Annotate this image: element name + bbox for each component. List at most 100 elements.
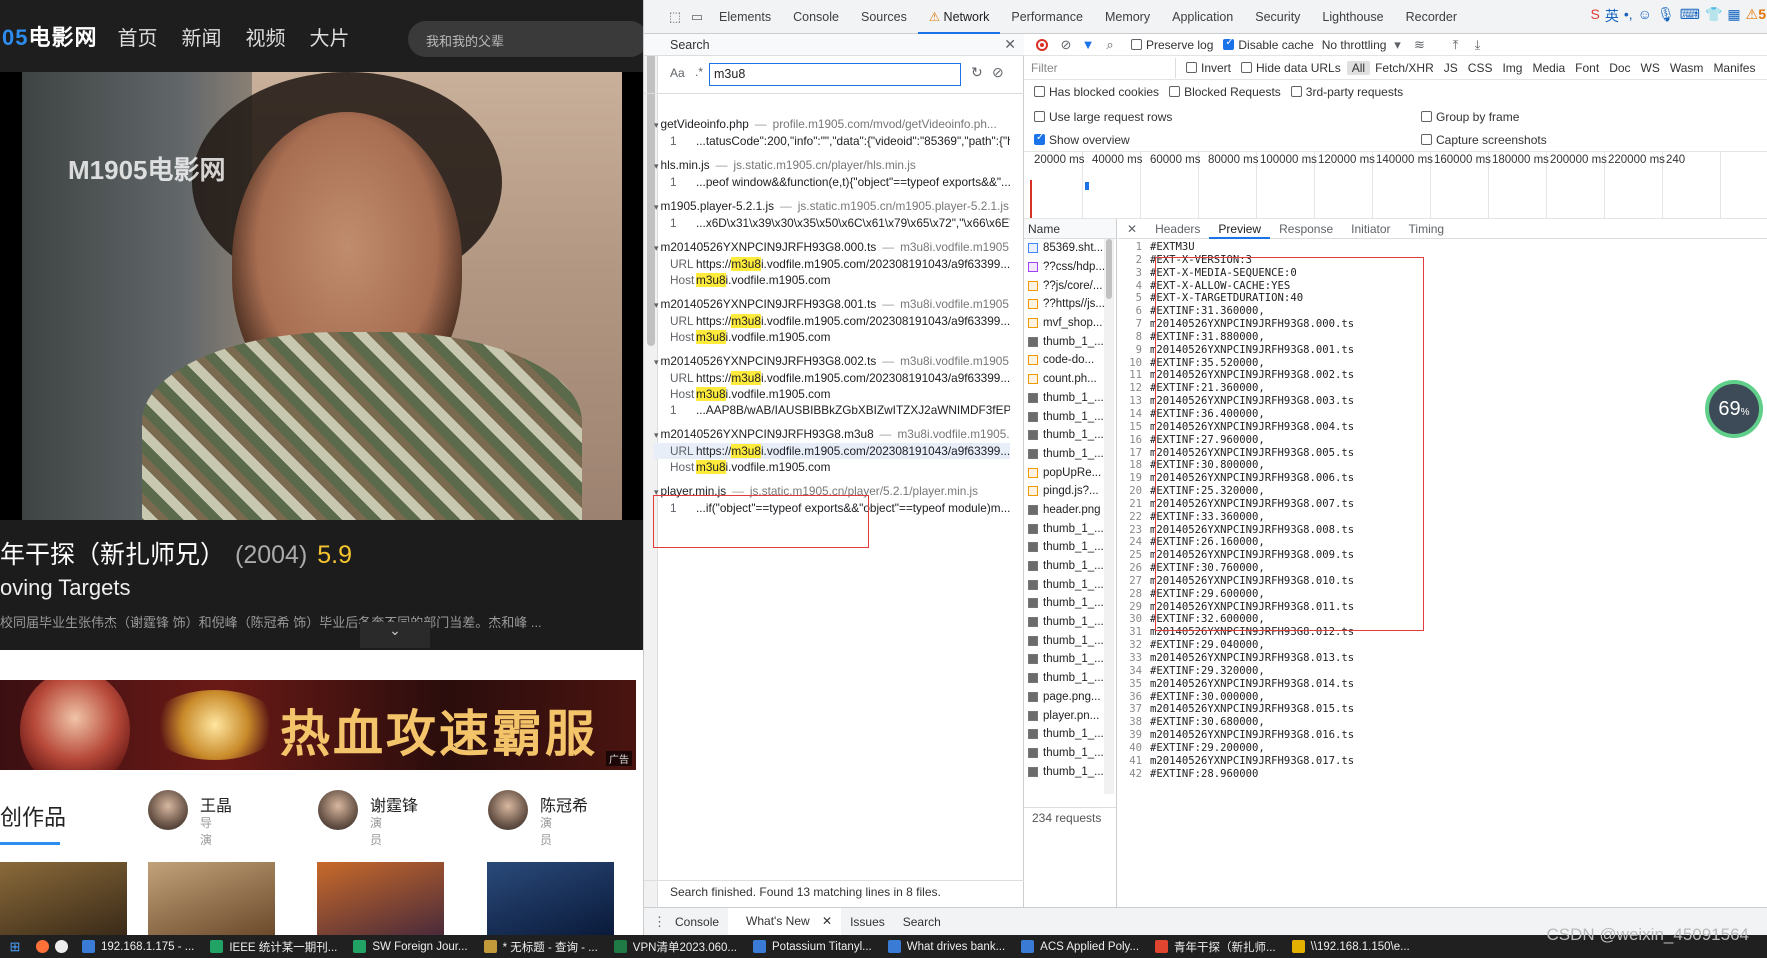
skin-icon[interactable]: 👕	[1705, 6, 1722, 26]
request-row[interactable]: page.png...	[1024, 688, 1116, 707]
request-row[interactable]: 85369.sht...	[1024, 239, 1116, 258]
nav-item-home[interactable]: 首页	[118, 22, 158, 51]
video-player[interactable]: M1905电影网	[0, 72, 643, 520]
request-row[interactable]: ??js/core/...	[1024, 276, 1116, 295]
type-filter-img[interactable]: Img	[1497, 61, 1527, 75]
request-row[interactable]: thumb_1_...	[1024, 650, 1116, 669]
firefox-icon[interactable]	[36, 940, 49, 953]
search-result-selected[interactable]: m20140526YXNPCIN9JRFH93G8.m3u8—m3u8i.vod…	[654, 426, 1010, 475]
nav-item-video[interactable]: 视频	[246, 22, 286, 51]
network-conditions-icon[interactable]: ≋	[1408, 37, 1430, 53]
tab-performance[interactable]: Performance	[1000, 0, 1094, 34]
request-row[interactable]: code-do...	[1024, 351, 1116, 370]
tab-preview[interactable]: Preview	[1209, 219, 1271, 239]
mic-icon[interactable]: 🎙	[1657, 6, 1675, 26]
request-row[interactable]: thumb_1_...	[1024, 407, 1116, 426]
poster-thumb[interactable]	[487, 862, 614, 935]
request-row[interactable]: thumb_1_...	[1024, 557, 1116, 576]
third-party-checkbox[interactable]	[1290, 86, 1302, 97]
search-result[interactable]: m20140526YXNPCIN9JRFH93G8.001.ts—m3u8i.v…	[654, 296, 1010, 345]
emoji-icon[interactable]: ☺	[1638, 6, 1652, 26]
request-row[interactable]: popUpRe...	[1024, 463, 1116, 482]
request-row[interactable]: thumb_1_...	[1024, 389, 1116, 408]
filter-input[interactable]: Filter	[1028, 57, 1176, 78]
tab-timing[interactable]: Timing	[1400, 219, 1454, 239]
type-filter-ws[interactable]: WS	[1636, 61, 1665, 75]
search-icon[interactable]: ⌕	[1099, 37, 1121, 53]
nav-item-news[interactable]: 新闻	[182, 22, 222, 51]
poster-thumb[interactable]	[0, 862, 127, 935]
request-row[interactable]: pingd.js?...	[1024, 482, 1116, 501]
tab-console[interactable]: Console	[782, 0, 850, 34]
request-row[interactable]: thumb_1_...	[1024, 762, 1116, 781]
request-row[interactable]: player.pn...	[1024, 706, 1116, 725]
poster-thumb[interactable]	[317, 862, 444, 935]
search-result[interactable]: getVideoinfo.php—profile.m1905.com/mvod/…	[654, 116, 1010, 149]
request-row[interactable]: thumb_1_...	[1024, 669, 1116, 688]
chrome-icon[interactable]	[55, 940, 68, 953]
disable-cache-checkbox[interactable]	[1223, 37, 1235, 50]
import-har-icon[interactable]: ⤒	[1444, 37, 1466, 53]
export-har-icon[interactable]: ⤓	[1466, 37, 1488, 53]
taskbar-item[interactable]: 192.168.1.175 - ...	[74, 939, 202, 955]
request-row[interactable]: count.ph...	[1024, 370, 1116, 389]
record-icon[interactable]	[1036, 38, 1048, 51]
request-row[interactable]: thumb_1_...	[1024, 744, 1116, 763]
request-row[interactable]: header.png	[1024, 501, 1116, 520]
tab-headers[interactable]: Headers	[1146, 219, 1209, 239]
type-filter-js[interactable]: JS	[1439, 61, 1463, 75]
drawer-tab-whats-new[interactable]: What's New ✕	[728, 908, 842, 935]
site-logo[interactable]: 05电影网	[2, 20, 98, 52]
clear-log-icon[interactable]: ⊘	[1055, 37, 1077, 53]
taskbar-item[interactable]: SW Foreign Jour...	[345, 939, 475, 955]
request-row[interactable]: thumb_1_...	[1024, 613, 1116, 632]
blocked-cookies-checkbox[interactable]	[1034, 86, 1045, 97]
taskbar-item[interactable]: * 无标题 - 查询 - ...	[476, 939, 606, 955]
invert-checkbox[interactable]	[1186, 62, 1197, 73]
group-by-frame-checkbox[interactable]	[1421, 111, 1432, 122]
type-filter-all[interactable]: All	[1346, 60, 1371, 75]
inspect-icon[interactable]: ⬚	[664, 9, 686, 25]
throttling-select[interactable]: No throttling	[1322, 38, 1387, 52]
taskbar-item[interactable]: ACS Applied Poly...	[1013, 939, 1147, 955]
warning-count[interactable]: ⚠5	[1746, 6, 1766, 26]
request-row[interactable]: thumb_1_...	[1024, 538, 1116, 557]
request-row[interactable]: mvf_shop...	[1024, 314, 1116, 333]
blocked-requests-checkbox[interactable]	[1169, 86, 1181, 97]
taskbar-item[interactable]: VPN清单2023.060...	[606, 939, 745, 955]
punct-icon[interactable]: •,	[1624, 6, 1633, 26]
network-overview-timeline[interactable]: 20000 ms 40000 ms 60000 ms 80000 ms 1000…	[1024, 151, 1767, 219]
taskbar-item[interactable]: What drives bank...	[880, 939, 1013, 955]
expand-chevron-icon[interactable]: ⌄	[360, 622, 430, 648]
type-filter-wasm[interactable]: Wasm	[1665, 61, 1709, 75]
large-rows-checkbox[interactable]	[1034, 111, 1045, 122]
taskbar-item[interactable]: IEEE 统计某一期刊...	[202, 939, 345, 955]
drawer-tab-issues[interactable]: Issues	[841, 915, 894, 929]
capture-screenshots-checkbox[interactable]	[1421, 134, 1432, 145]
request-list-scrollbar[interactable]	[1104, 239, 1114, 794]
nav-item-blockbuster[interactable]: 大片	[310, 22, 350, 51]
request-row[interactable]: thumb_1_...	[1024, 594, 1116, 613]
show-overview-checkbox[interactable]	[1034, 132, 1045, 145]
poster-thumb[interactable]	[148, 862, 275, 935]
request-row[interactable]: thumb_1_...	[1024, 631, 1116, 650]
taskbar-item[interactable]: Potassium Titanyl...	[745, 939, 880, 955]
tab-security[interactable]: Security	[1244, 0, 1311, 34]
sogou-icon[interactable]: S	[1591, 6, 1600, 26]
request-row[interactable]: thumb_1_...	[1024, 426, 1116, 445]
request-row[interactable]: thumb_1_...	[1024, 519, 1116, 538]
chevron-down-icon[interactable]: ▾	[1386, 37, 1408, 53]
request-row[interactable]: thumb_1_...	[1024, 575, 1116, 594]
close-icon[interactable]: ✕	[1004, 36, 1016, 53]
tab-elements[interactable]: Elements	[708, 0, 782, 34]
tab-application[interactable]: Application	[1161, 0, 1244, 34]
hide-data-urls-checkbox[interactable]	[1241, 62, 1253, 73]
type-filter-fetch[interactable]: Fetch/XHR	[1370, 61, 1439, 75]
request-row[interactable]: ??css/hdp...	[1024, 258, 1116, 277]
clear-icon[interactable]: ⊘	[992, 64, 1004, 81]
close-icon[interactable]: ✕	[1118, 219, 1146, 239]
site-search-input[interactable]: 我和我的父辈	[408, 21, 643, 57]
taskbar-item[interactable]: 青年干探（新扎师...	[1147, 939, 1284, 955]
request-row[interactable]: thumb_1_...	[1024, 332, 1116, 351]
search-result[interactable]: hls.min.js—js.static.m1905.cn/player/hls…	[654, 157, 1010, 190]
